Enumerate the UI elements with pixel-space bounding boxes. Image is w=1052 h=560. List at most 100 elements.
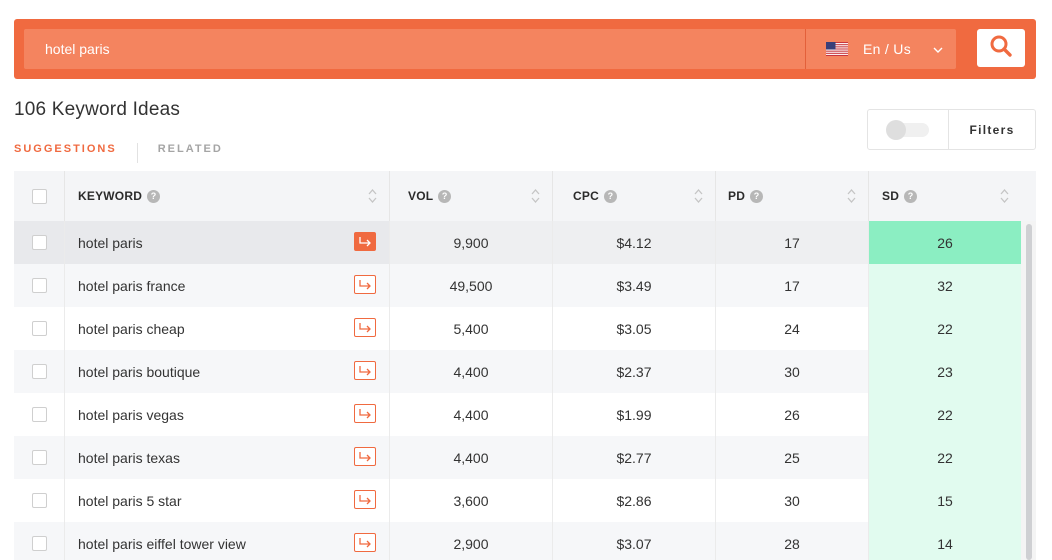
result-tabs: SUGGESTIONS RELATED (14, 139, 223, 163)
table-header: KEYWORD ? VOL ? CPC ? PD ? SD ? (14, 171, 1036, 221)
row-checkbox[interactable] (31, 364, 47, 379)
row-checkbox-cell (14, 522, 64, 560)
help-icon[interactable]: ? (750, 189, 764, 203)
pd-cell: 25 (715, 436, 868, 479)
help-icon[interactable]: ? (904, 189, 918, 203)
vol-cell: 5,400 (389, 307, 552, 350)
table-row[interactable]: hotel paris 9,900 $4.12 17 26 (14, 221, 1036, 264)
pd-cell: 30 (715, 479, 868, 522)
row-checkbox[interactable] (31, 235, 47, 250)
keyword-cell: hotel paris france (64, 264, 389, 307)
keyword-table: KEYWORD ? VOL ? CPC ? PD ? SD ? hotel pa… (14, 171, 1036, 560)
header-keyword-label: KEYWORD (78, 189, 143, 203)
search-bar: En / Us (14, 19, 1036, 79)
open-keyword-button[interactable] (354, 361, 376, 380)
sort-icon[interactable] (694, 188, 703, 204)
keyword-text: hotel paris france (78, 277, 186, 294)
pd-cell: 17 (715, 264, 868, 307)
language-label: En / Us (863, 41, 912, 57)
table-row[interactable]: hotel paris vegas 4,400 $1.99 26 22 (14, 393, 1036, 436)
select-all-checkbox[interactable] (31, 188, 47, 204)
tab-suggestions[interactable]: SUGGESTIONS (14, 143, 117, 155)
cpc-cell: $2.77 (552, 436, 715, 479)
table-body: hotel paris 9,900 $4.12 17 26 hotel pari… (14, 221, 1036, 560)
vol-cell: 49,500 (389, 264, 552, 307)
table-scrollbar[interactable] (1021, 221, 1036, 560)
sort-icon[interactable] (847, 188, 856, 204)
header-keyword[interactable]: KEYWORD ? (64, 171, 389, 221)
search-button[interactable] (977, 29, 1025, 67)
filters-button[interactable]: Filters (949, 110, 1035, 149)
help-icon[interactable]: ? (603, 189, 617, 203)
sort-icon[interactable] (531, 188, 540, 204)
cpc-cell: $2.37 (552, 350, 715, 393)
vol-cell: 9,900 (389, 221, 552, 264)
arrow-right-icon (359, 451, 371, 461)
keyword-cell: hotel paris cheap (64, 307, 389, 350)
sort-icon[interactable] (368, 188, 377, 204)
row-checkbox-cell (14, 264, 64, 307)
table-row[interactable]: hotel paris texas 4,400 $2.77 25 22 (14, 436, 1036, 479)
keyword-text: hotel paris cheap (78, 320, 185, 337)
row-checkbox[interactable] (31, 450, 47, 465)
pd-cell: 30 (715, 350, 868, 393)
header-vol[interactable]: VOL ? (389, 171, 552, 221)
header-pd[interactable]: PD ? (715, 171, 868, 221)
row-checkbox-cell (14, 436, 64, 479)
pd-cell: 28 (715, 522, 868, 560)
sd-cell: 32 (868, 264, 1021, 307)
header-pd-label: PD (728, 189, 746, 203)
language-select[interactable]: En / Us (805, 29, 956, 69)
open-keyword-button[interactable] (354, 404, 376, 423)
search-icon (989, 34, 1013, 63)
open-keyword-button[interactable] (354, 533, 376, 552)
cpc-cell: $3.07 (552, 522, 715, 560)
keyword-text: hotel paris vegas (78, 406, 184, 423)
table-row[interactable]: hotel paris eiffel tower view 2,900 $3.0… (14, 522, 1036, 560)
row-checkbox[interactable] (31, 407, 47, 422)
open-keyword-button[interactable] (354, 447, 376, 466)
open-keyword-button[interactable] (354, 232, 376, 251)
arrow-right-icon (359, 494, 371, 504)
keyword-text: hotel paris texas (78, 449, 180, 466)
header-vol-label: VOL (408, 189, 434, 203)
arrow-right-icon (359, 537, 371, 547)
help-icon[interactable]: ? (438, 189, 452, 203)
cpc-cell: $1.99 (552, 393, 715, 436)
row-checkbox[interactable] (31, 536, 47, 551)
scrollbar-thumb[interactable] (1026, 224, 1032, 560)
arrow-right-icon (359, 279, 371, 289)
tab-related[interactable]: RELATED (158, 143, 223, 155)
sd-cell: 22 (868, 307, 1021, 350)
keyword-text: hotel paris (78, 234, 143, 251)
chevron-down-icon (932, 43, 944, 59)
open-keyword-button[interactable] (354, 318, 376, 337)
row-checkbox[interactable] (31, 493, 47, 508)
table-row[interactable]: hotel paris cheap 5,400 $3.05 24 22 (14, 307, 1036, 350)
filter-toggle[interactable] (868, 110, 949, 149)
table-row[interactable]: hotel paris 5 star 3,600 $2.86 30 15 (14, 479, 1036, 522)
vol-cell: 4,400 (389, 350, 552, 393)
cpc-cell: $4.12 (552, 221, 715, 264)
header-cpc[interactable]: CPC ? (552, 171, 715, 221)
table-row[interactable]: hotel paris france 49,500 $3.49 17 32 (14, 264, 1036, 307)
open-keyword-button[interactable] (354, 490, 376, 509)
header-sd[interactable]: SD ? (868, 171, 1021, 221)
sort-icon[interactable] (1000, 188, 1009, 204)
pd-cell: 24 (715, 307, 868, 350)
arrow-right-icon (359, 322, 371, 332)
open-keyword-button[interactable] (354, 275, 376, 294)
row-checkbox[interactable] (31, 278, 47, 293)
help-icon[interactable]: ? (147, 189, 161, 203)
arrow-right-icon (359, 236, 371, 246)
toggle-knob (886, 119, 906, 140)
keyword-text: hotel paris 5 star (78, 492, 182, 509)
sd-cell: 14 (868, 522, 1021, 560)
cpc-cell: $3.05 (552, 307, 715, 350)
keyword-text: hotel paris boutique (78, 363, 201, 380)
row-checkbox[interactable] (31, 321, 47, 336)
search-input[interactable] (24, 29, 805, 69)
table-row[interactable]: hotel paris boutique 4,400 $2.37 30 23 (14, 350, 1036, 393)
keyword-cell: hotel paris 5 star (64, 479, 389, 522)
cpc-cell: $3.49 (552, 264, 715, 307)
